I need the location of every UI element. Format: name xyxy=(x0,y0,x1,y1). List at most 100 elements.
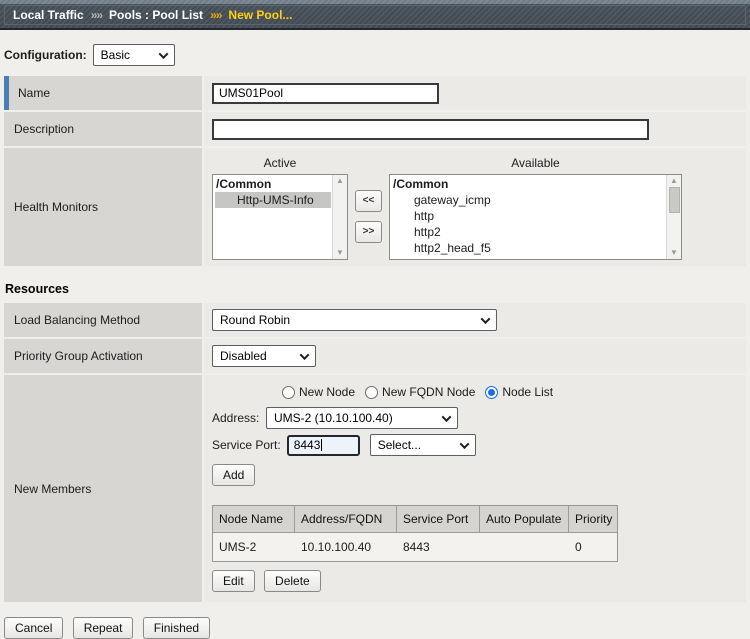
member-priority: 0 xyxy=(569,533,617,561)
resources-table: Load Balancing Method Round Robin Priori… xyxy=(4,303,746,602)
available-list-scrollbar[interactable]: ▲ ▼ xyxy=(666,175,681,259)
cancel-button[interactable]: Cancel xyxy=(4,617,63,639)
form-footer: Cancel Repeat Finished xyxy=(4,617,750,639)
service-port-select[interactable]: Select... xyxy=(370,434,476,456)
breadcrumb-separator-icon: »» xyxy=(91,8,102,22)
node-list-radio[interactable] xyxy=(485,386,498,399)
col-address-fqdn: Address/FQDN xyxy=(295,506,397,533)
available-monitor-item[interactable]: http2 xyxy=(392,224,681,240)
breadcrumb-local-traffic[interactable]: Local Traffic xyxy=(13,8,84,22)
name-row: Name xyxy=(4,76,746,110)
address-label: Address: xyxy=(212,411,260,425)
active-monitors-listbox[interactable]: /Common Http-UMS-Info ▲ ▼ xyxy=(212,174,348,260)
add-button-row: Add xyxy=(212,464,738,486)
breadcrumb: Local Traffic »» Pools : Pool List »» Ne… xyxy=(4,5,746,25)
move-to-available-button[interactable]: >> xyxy=(355,221,382,243)
member-auto-populate xyxy=(480,533,569,561)
service-port-select-value: Select... xyxy=(378,438,421,452)
priority-group-label: Priority Group Activation xyxy=(4,339,202,373)
new-fqdn-node-radio[interactable] xyxy=(365,386,378,399)
load-balancing-select[interactable]: Round Robin xyxy=(212,309,497,331)
configuration-label: Configuration: xyxy=(4,48,87,62)
new-node-radio[interactable] xyxy=(282,386,295,399)
breadcrumb-current-page: New Pool... xyxy=(228,8,292,22)
address-select-value: UMS-2 (10.10.100.40) xyxy=(274,411,393,425)
priority-group-value-cell: Disabled xyxy=(204,339,746,373)
text-cursor xyxy=(321,439,322,451)
chevron-down-icon xyxy=(300,350,310,360)
monitor-transfer-buttons: << >> xyxy=(355,190,382,243)
service-port-label: Service Port: xyxy=(212,438,281,452)
node-list-radio-label[interactable]: Node List xyxy=(502,385,553,399)
scroll-up-icon[interactable]: ▲ xyxy=(670,177,678,185)
scroll-down-icon[interactable]: ▼ xyxy=(670,249,678,257)
available-monitor-item[interactable]: http xyxy=(392,208,681,224)
available-monitor-item[interactable]: http2_head_f5 xyxy=(392,240,681,256)
address-select[interactable]: UMS-2 (10.10.100.40) xyxy=(266,407,458,429)
edit-button[interactable]: Edit xyxy=(212,570,255,592)
new-fqdn-node-radio-label[interactable]: New FQDN Node xyxy=(382,385,475,399)
configuration-select-value: Basic xyxy=(101,48,130,62)
name-input[interactable] xyxy=(212,83,439,104)
finished-button[interactable]: Finished xyxy=(143,617,210,639)
col-node-name: Node Name xyxy=(213,506,295,533)
delete-button[interactable]: Delete xyxy=(264,570,321,592)
general-properties-table: Name Description Health Monitors Active … xyxy=(4,76,746,266)
health-monitors-row: Health Monitors Active /Common Http-UMS-… xyxy=(4,148,746,266)
priority-group-row: Priority Group Activation Disabled xyxy=(4,339,746,373)
col-priority: Priority xyxy=(569,506,617,533)
resources-section-title: Resources xyxy=(5,282,750,296)
new-members-value-cell: New Node New FQDN Node Node List Address… xyxy=(204,375,746,602)
breadcrumb-bar: Local Traffic »» Pools : Pool List »» Ne… xyxy=(0,0,750,30)
name-value-cell xyxy=(204,76,746,110)
load-balancing-row: Load Balancing Method Round Robin xyxy=(4,303,746,337)
members-table-header: Node Name Address/FQDN Service Port Auto… xyxy=(213,506,617,533)
available-partition-group: /Common xyxy=(392,176,681,192)
new-node-radio-label[interactable]: New Node xyxy=(299,385,355,399)
required-indicator xyxy=(4,76,9,110)
description-label: Description xyxy=(4,112,202,146)
load-balancing-select-value: Round Robin xyxy=(220,313,290,327)
active-monitor-item[interactable]: Http-UMS-Info xyxy=(215,192,331,208)
health-monitors-value-cell: Active /Common Http-UMS-Info ▲ ▼ << xyxy=(204,148,746,266)
available-monitors-listbox[interactable]: /Common gateway_icmp http http2 http2_he… xyxy=(389,174,682,260)
chevron-down-icon xyxy=(459,439,469,449)
load-balancing-label: Load Balancing Method xyxy=(4,303,202,337)
name-label: Name xyxy=(4,76,202,110)
repeat-button[interactable]: Repeat xyxy=(73,617,134,639)
available-list-title: Available xyxy=(511,156,559,170)
col-auto-populate: Auto Populate xyxy=(480,506,569,533)
service-port-row: Service Port: 8443 Select... xyxy=(212,434,738,456)
new-members-row: New Members New Node New FQDN Node Node … xyxy=(4,375,746,602)
add-button[interactable]: Add xyxy=(212,464,255,486)
member-service-port: 8443 xyxy=(397,533,480,561)
breadcrumb-separator-icon: »» xyxy=(210,8,221,22)
description-value-cell xyxy=(204,112,746,146)
active-partition-group: /Common xyxy=(215,176,347,192)
available-monitors-column: Available /Common gateway_icmp http http… xyxy=(389,156,682,260)
move-to-active-button[interactable]: << xyxy=(355,190,382,212)
members-table-row[interactable]: UMS-2 10.10.100.40 8443 0 xyxy=(213,533,617,561)
service-port-input[interactable]: 8443 xyxy=(287,435,360,456)
chevron-down-icon xyxy=(442,412,452,422)
node-type-radio-group: New Node New FQDN Node Node List xyxy=(282,385,738,399)
load-balancing-value-cell: Round Robin xyxy=(204,303,746,337)
new-members-label: New Members xyxy=(4,375,202,602)
scroll-up-icon[interactable]: ▲ xyxy=(336,177,344,185)
configuration-select[interactable]: Basic xyxy=(93,44,175,66)
priority-group-select[interactable]: Disabled xyxy=(212,345,316,367)
chevron-down-icon xyxy=(158,49,168,59)
active-list-scrollbar[interactable]: ▲ ▼ xyxy=(332,175,347,259)
description-input[interactable] xyxy=(212,119,649,140)
member-edit-buttons: Edit Delete xyxy=(212,570,738,592)
priority-group-select-value: Disabled xyxy=(220,349,267,363)
scroll-down-icon[interactable]: ▼ xyxy=(336,249,344,257)
configuration-row: Configuration: Basic xyxy=(4,44,750,66)
breadcrumb-pool-list[interactable]: Pools : Pool List xyxy=(109,8,203,22)
address-row: Address: UMS-2 (10.10.100.40) xyxy=(212,407,738,429)
chevron-down-icon xyxy=(481,314,491,324)
health-monitors-dual-list: Active /Common Http-UMS-Info ▲ ▼ << xyxy=(212,154,682,260)
scrollbar-thumb[interactable] xyxy=(669,187,680,213)
member-node-name: UMS-2 xyxy=(213,533,295,561)
available-monitor-item[interactable]: gateway_icmp xyxy=(392,192,681,208)
